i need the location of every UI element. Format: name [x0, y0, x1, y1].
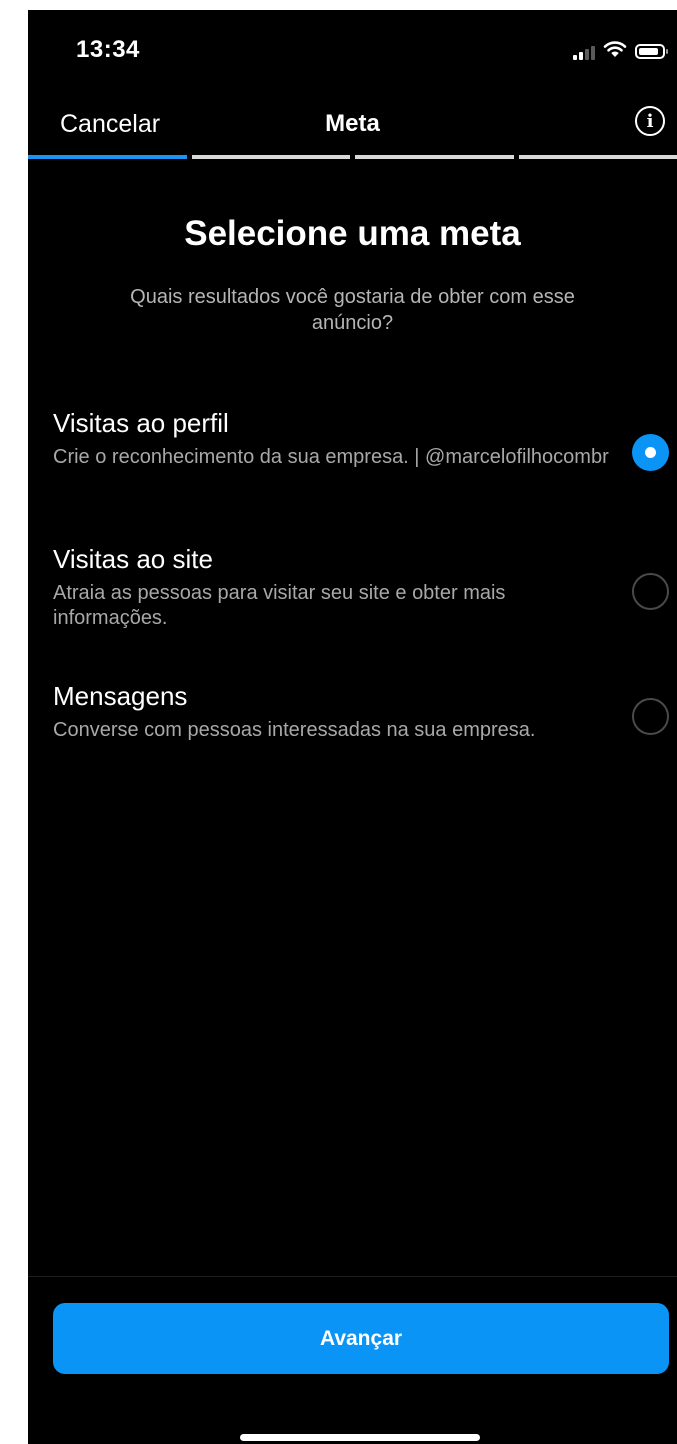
progress-step-2 [191, 155, 350, 159]
progress-step-4 [518, 155, 677, 159]
progress-bar [28, 155, 677, 159]
page-title: Selecione uma meta [184, 214, 521, 253]
option-description: Converse com pessoas interessadas na sua… [53, 719, 536, 741]
battery-icon [635, 44, 668, 59]
option-description: Atraia as pessoas para visitar seu site … [53, 582, 506, 629]
page-subtitle: Quais resultados você gostaria de obter … [130, 286, 575, 334]
progress-step-3 [355, 155, 514, 159]
home-indicator [240, 1434, 480, 1441]
option-visitas-perfil[interactable]: Visitas ao perfil Crie o reconhecimento … [53, 407, 677, 517]
info-icon[interactable]: i [635, 106, 665, 136]
status-icons [573, 40, 668, 63]
option-title: Mensagens [53, 681, 188, 711]
radio-unselected[interactable] [632, 573, 669, 610]
option-mensagens[interactable]: Mensagens Converse com pessoas interessa… [53, 680, 677, 790]
footer-divider [28, 1276, 677, 1277]
option-description: Crie o reconhecimento da sua empresa. | … [53, 446, 609, 468]
option-visitas-site[interactable]: Visitas ao site Atraia as pessoas para v… [53, 543, 677, 653]
next-button[interactable]: Avançar [53, 1303, 669, 1374]
option-title: Visitas ao perfil [53, 408, 229, 438]
radio-selected[interactable] [632, 434, 669, 471]
status-time: 13:34 [76, 36, 140, 63]
wifi-icon [603, 40, 627, 63]
header-title: Meta [325, 110, 380, 137]
radio-unselected[interactable] [632, 698, 669, 735]
progress-step-1 [28, 155, 187, 159]
option-title: Visitas ao site [53, 544, 213, 574]
signal-icon [573, 44, 595, 60]
phone-screen: 13:34 Cancelar Meta i Selecione uma meta… [28, 10, 677, 1444]
